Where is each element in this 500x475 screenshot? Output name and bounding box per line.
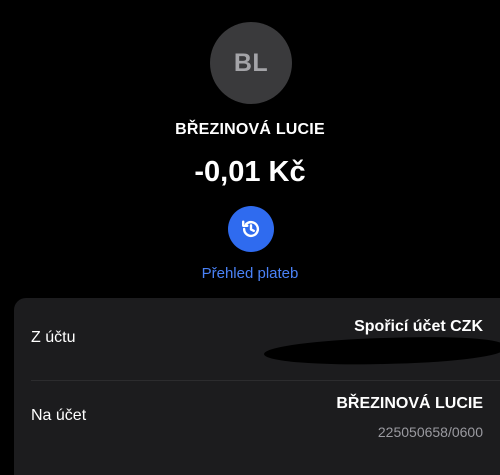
to-account-name: BŘEZINOVÁ LUCIE: [336, 395, 483, 412]
transaction-amount: -0,01 Kč: [194, 156, 306, 188]
to-account-label: Na účet: [31, 407, 87, 424]
row-divider: [31, 380, 500, 381]
payment-history-link[interactable]: Přehled plateb: [0, 265, 500, 282]
transaction-detail-screen: BL BŘEZINOVÁ LUCIE -0,01 Kč Přehled plat…: [0, 0, 500, 475]
from-account-value: Spořicí účet CZK: [354, 318, 483, 335]
avatar: BL: [210, 22, 292, 104]
from-account-label: Z účtu: [31, 329, 76, 346]
to-account-number: 225050658/0600: [377, 424, 483, 440]
transfer-details-card: Z účtu Spořicí účet CZK Na účet BŘEZINOV…: [14, 298, 500, 475]
history-icon: [242, 220, 260, 238]
avatar-initials: BL: [233, 48, 269, 77]
payment-history-button[interactable]: [228, 206, 274, 252]
redaction-mark: [263, 334, 500, 368]
recipient-name: BŘEZINOVÁ LUCIE: [175, 121, 325, 138]
